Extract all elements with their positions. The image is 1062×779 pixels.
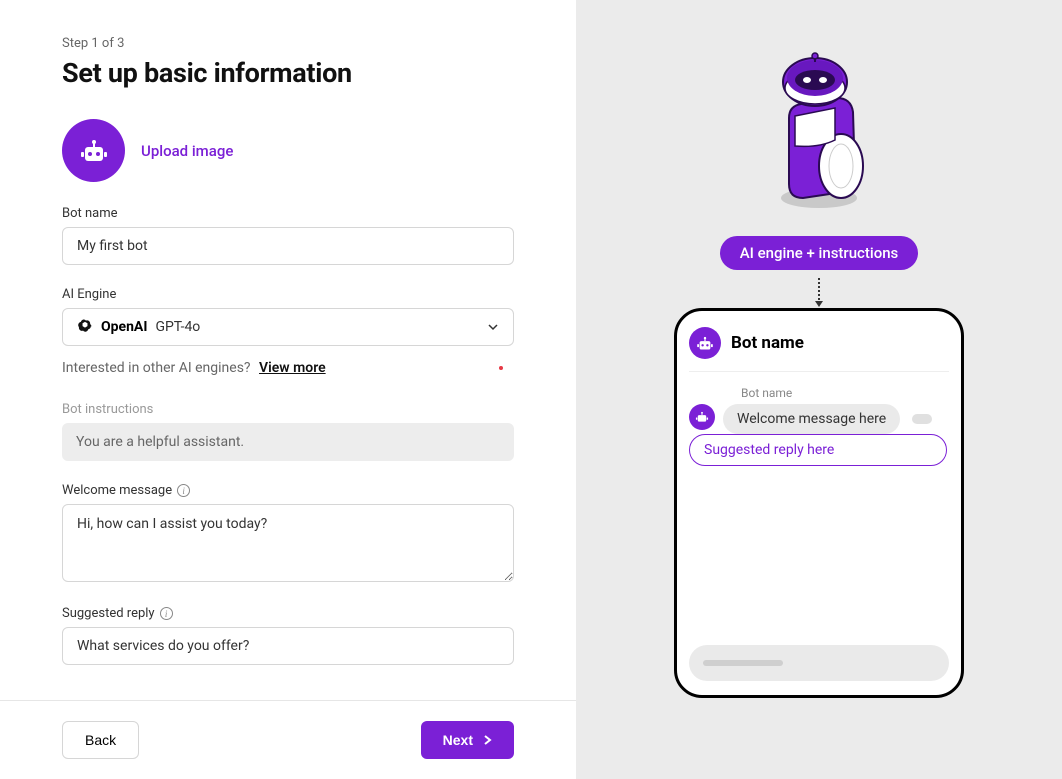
upload-image-link[interactable]: Upload image <box>141 142 233 160</box>
chat-preview: Bot name Bot name Welcome message here S… <box>674 308 964 698</box>
engine-brand: OpenAI <box>101 319 147 335</box>
bot-name-input[interactable] <box>62 227 514 265</box>
info-icon[interactable]: i <box>177 484 190 497</box>
bot-name-label: Bot name <box>62 206 514 221</box>
info-icon[interactable]: i <box>160 607 173 620</box>
pill-label: AI engine + instructions <box>720 236 919 270</box>
typing-indicator <box>912 414 932 424</box>
chat-input-placeholder <box>689 645 949 681</box>
welcome-message-label: Welcome message i <box>62 483 514 498</box>
welcome-message-input[interactable]: Hi, how can I assist you today? <box>62 504 514 582</box>
back-button[interactable]: Back <box>62 721 139 759</box>
ai-engine-select[interactable]: OpenAI GPT-4o <box>62 308 514 346</box>
message-avatar <box>689 404 715 430</box>
robot-icon <box>695 411 709 423</box>
robot-icon <box>79 139 109 163</box>
robot-icon <box>696 336 714 351</box>
chevron-right-icon <box>483 734 492 746</box>
suggested-reply-label: Suggested reply i <box>62 606 514 621</box>
openai-icon <box>77 319 93 335</box>
engine-model: GPT-4o <box>155 319 200 335</box>
page-title: Set up basic information <box>62 57 514 89</box>
chat-avatar <box>689 327 721 359</box>
view-more-link[interactable]: View more <box>259 360 326 376</box>
robot-illustration <box>759 48 879 212</box>
bot-avatar-placeholder[interactable] <box>62 119 125 182</box>
chat-header-title: Bot name <box>731 333 804 353</box>
notification-dot <box>499 366 503 370</box>
welcome-bubble: Welcome message here <box>723 404 900 434</box>
bot-instructions-label: Bot instructions <box>62 402 514 417</box>
arrow-down-icon <box>818 278 820 304</box>
step-indicator: Step 1 of 3 <box>62 36 514 51</box>
chevron-down-icon <box>487 321 499 333</box>
footer-bar: Back Next <box>0 700 576 779</box>
suggested-reply-chip: Suggested reply here <box>689 434 947 466</box>
ai-engine-label: AI Engine <box>62 287 514 302</box>
message-sender-label: Bot name <box>741 386 949 400</box>
bot-instructions-field: You are a helpful assistant. <box>62 423 514 461</box>
engine-hint-text: Interested in other AI engines? <box>62 360 251 376</box>
suggested-reply-input[interactable] <box>62 627 514 665</box>
next-button[interactable]: Next <box>421 721 514 759</box>
